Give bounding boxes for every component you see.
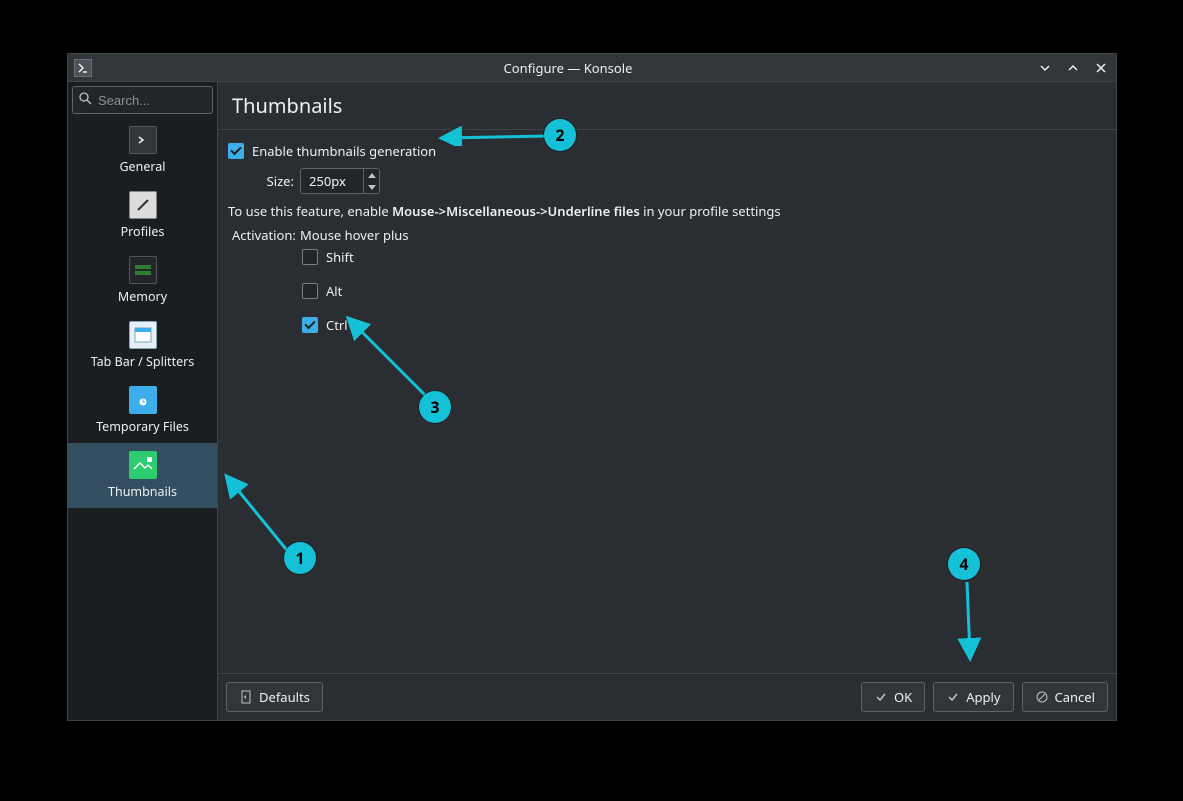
modifier-alt-row: Alt [302, 282, 1106, 300]
modifier-ctrl-row: Ctrl [302, 316, 1106, 334]
ok-button[interactable]: OK [861, 682, 925, 712]
sidebar-nav: General Profiles Memory [68, 118, 217, 720]
apply-label: Apply [966, 688, 1000, 706]
annotation-marker-3: 3 [419, 391, 451, 423]
maximize-button[interactable] [1064, 59, 1082, 77]
window-icon [129, 321, 157, 349]
titlebar[interactable]: Configure — Konsole [68, 54, 1116, 82]
window-controls [1036, 59, 1110, 77]
sidebar-item-label: Thumbnails [108, 483, 177, 500]
help-bold: Mouse->Miscellaneous->Underline files [392, 202, 640, 220]
enable-thumbnails-checkbox[interactable] [228, 143, 244, 159]
sidebar-item-memory[interactable]: Memory [68, 248, 217, 313]
search-icon [79, 91, 92, 109]
annotation-marker-1: 1 [284, 542, 316, 574]
size-value: 250px [301, 172, 363, 190]
check-icon [874, 690, 888, 704]
defaults-label: Defaults [259, 688, 310, 706]
ctrl-label: Ctrl [326, 316, 348, 334]
size-label: Size: [232, 172, 300, 190]
annotation-marker-4: 4 [948, 548, 980, 580]
sidebar-item-general[interactable]: General [68, 118, 217, 183]
settings-content: Enable thumbnails generation Size: 250px [218, 129, 1116, 674]
sidebar-item-thumbnails[interactable]: Thumbnails [68, 443, 217, 508]
terminal-icon [129, 126, 157, 154]
brush-icon [129, 191, 157, 219]
help-suffix: in your profile settings [640, 202, 781, 220]
sidebar-item-label: Memory [118, 288, 167, 305]
sidebar-item-profiles[interactable]: Profiles [68, 183, 217, 248]
enable-thumbnails-label: Enable thumbnails generation [252, 142, 436, 160]
alt-label: Alt [326, 282, 342, 300]
help-prefix: To use this feature, enable [228, 202, 392, 220]
app-icon [74, 59, 92, 77]
sidebar-item-label: General [119, 158, 165, 175]
ctrl-checkbox[interactable] [302, 317, 318, 333]
alt-checkbox[interactable] [302, 283, 318, 299]
modifier-list: Shift Alt Ctrl [302, 248, 1106, 342]
defaults-button[interactable]: Defaults [226, 682, 323, 712]
page-title: Thumbnails [218, 82, 1116, 129]
modifier-shift-row: Shift [302, 248, 1106, 266]
spin-up-button[interactable] [364, 169, 379, 181]
button-bar: Defaults OK Apply [218, 674, 1116, 720]
cancel-label: Cancel [1055, 688, 1095, 706]
configure-dialog: Configure — Konsole [67, 53, 1117, 721]
sidebar-item-label: Temporary Files [96, 418, 189, 435]
check-icon [946, 690, 960, 704]
main-panel: Thumbnails Enable thumbnails generation … [218, 82, 1116, 720]
cancel-button[interactable]: Cancel [1022, 682, 1108, 712]
activation-value: Mouse hover plus [300, 226, 1106, 244]
apply-button[interactable]: Apply [933, 682, 1013, 712]
enable-thumbnails-row: Enable thumbnails generation [228, 142, 1106, 160]
spin-down-button[interactable] [364, 181, 379, 193]
ok-label: OK [894, 688, 912, 706]
sidebar: General Profiles Memory [68, 82, 218, 720]
memory-icon [129, 256, 157, 284]
shift-checkbox[interactable] [302, 249, 318, 265]
cancel-icon [1035, 690, 1049, 704]
annotation-marker-2: 2 [544, 119, 576, 151]
sidebar-item-tempfiles[interactable]: Temporary Files [68, 378, 217, 443]
search-field[interactable] [72, 86, 213, 114]
sidebar-item-label: Profiles [121, 223, 165, 240]
shift-label: Shift [326, 248, 354, 266]
close-button[interactable] [1092, 59, 1110, 77]
minimize-button[interactable] [1036, 59, 1054, 77]
image-icon [129, 451, 157, 479]
document-revert-icon [239, 690, 253, 704]
help-text: To use this feature, enable Mouse->Misce… [228, 202, 1106, 220]
window-title: Configure — Konsole [100, 59, 1036, 77]
sidebar-item-tabbar[interactable]: Tab Bar / Splitters [68, 313, 217, 378]
size-spinbox[interactable]: 250px [300, 168, 380, 194]
folder-clock-icon [129, 386, 157, 414]
sidebar-item-label: Tab Bar / Splitters [91, 353, 195, 370]
activation-label: Activation: [232, 226, 300, 244]
